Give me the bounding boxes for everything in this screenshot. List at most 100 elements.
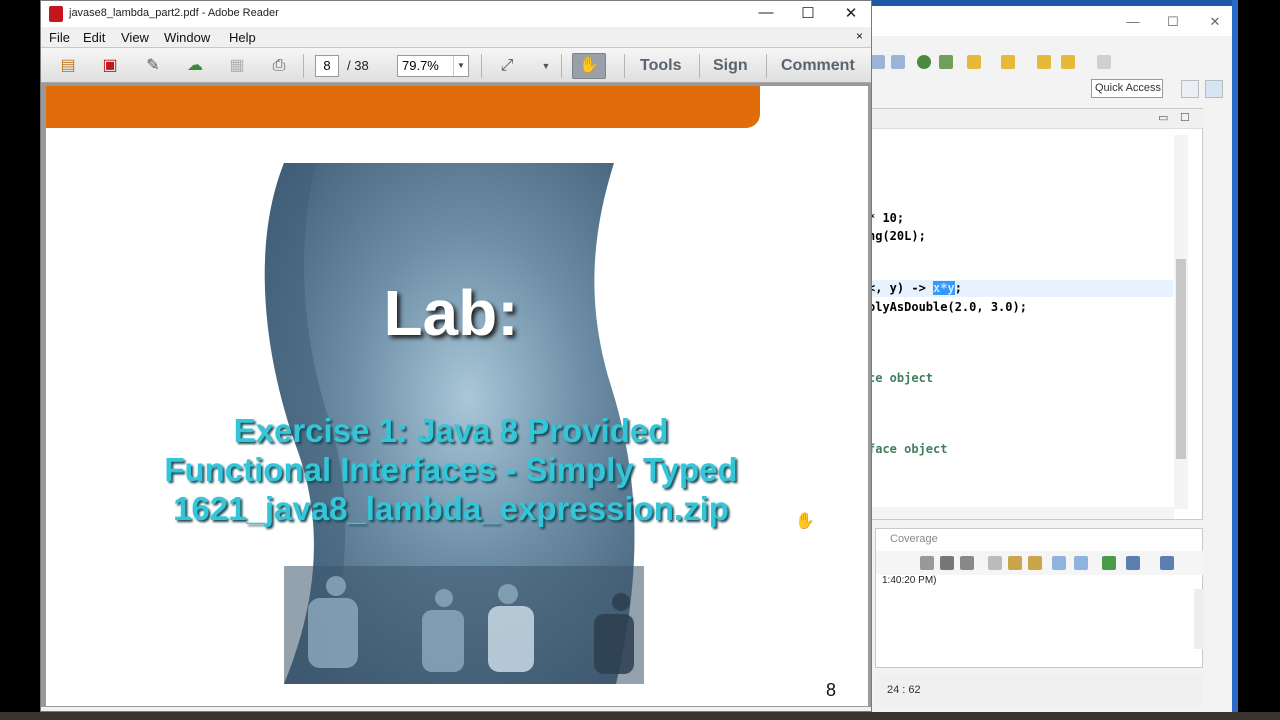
hand-cursor-icon: ✋	[795, 513, 815, 530]
person-head	[326, 576, 346, 596]
coverage-scrollbar[interactable]	[1194, 589, 1204, 649]
tools-button[interactable]: Tools	[640, 57, 681, 75]
toolbar-icon[interactable]	[1028, 556, 1042, 570]
toolbar-icon[interactable]	[939, 55, 953, 69]
toolbar-icon[interactable]	[1102, 556, 1116, 570]
code-comment: ce object	[868, 371, 934, 385]
pdf-app-icon	[49, 6, 63, 22]
create-pdf-icon[interactable]: ▣	[99, 56, 121, 76]
toolbar-divider	[481, 54, 482, 78]
page-number-input[interactable]: 8	[315, 55, 339, 77]
menu-edit[interactable]: Edit	[83, 30, 105, 45]
arrow-icon[interactable]	[1037, 55, 1051, 69]
slide-page-number: 8	[826, 680, 837, 700]
quick-access-field[interactable]: Quick Access	[1091, 79, 1163, 98]
toolbar-divider	[699, 54, 700, 78]
eclipse-maximize-button[interactable]: ☐	[1161, 14, 1185, 30]
toolbar-divider	[561, 54, 562, 78]
page-count: / 38	[347, 58, 369, 73]
print-icon[interactable]: ⎙	[268, 56, 290, 76]
open-file-icon[interactable]: ▤	[57, 56, 79, 76]
pdf-page: Lab: Exercise 1: Java 8 Provided Functio…	[46, 86, 868, 706]
menu-help[interactable]: Help	[229, 30, 256, 45]
selected-code: x*y	[933, 281, 955, 295]
remove-icon[interactable]	[940, 556, 954, 570]
person-head	[498, 584, 518, 604]
code-editor[interactable]: ▭ ☐ * 10; ng(20L); <, y) -> x*y; olyAsDo…	[867, 108, 1204, 520]
tab-coverage[interactable]: Coverage	[890, 533, 938, 545]
maximize-button[interactable]: ☐	[793, 4, 823, 22]
editor-horizontal-scrollbar[interactable]	[868, 507, 1174, 519]
toolbar-icon[interactable]	[891, 55, 905, 69]
toolbar-icon[interactable]	[1074, 556, 1088, 570]
toolbar-icon[interactable]	[967, 55, 981, 69]
slide-subtitle-line: Functional Interfaces - Simply Typed	[164, 451, 738, 488]
reader-toolbar: ▤ ▣ ✎ ☁ ▦ ⎙ 8 / 38 79.7% ▼ ⤢ ▼ ✋ Tools S…	[41, 47, 871, 83]
editor-scroll-thumb[interactable]	[1176, 259, 1186, 459]
code-segment: <, y) ->	[868, 281, 934, 295]
eclipse-window: — ☐ ✕ Quick Access ▭ ☐ * 10; ng(20L); <,…	[866, 0, 1239, 712]
coverage-view: Coverage 1:40:20 PM)	[875, 528, 1204, 668]
save-icon[interactable]: ▦	[226, 56, 248, 76]
java-perspective-icon[interactable]	[1205, 80, 1223, 98]
toolbar-icon[interactable]	[1052, 556, 1066, 570]
coverage-toolbar	[876, 551, 1204, 575]
person-head	[612, 593, 630, 611]
slide-background-graphic	[264, 163, 644, 684]
chevron-down-icon[interactable]: ▼	[535, 56, 557, 76]
open-console-icon[interactable]	[1160, 556, 1174, 570]
eclipse-toolbar	[867, 48, 1239, 78]
sign-button[interactable]: Sign	[713, 57, 748, 75]
display-icon[interactable]	[1126, 556, 1140, 570]
slide-subtitle-line: Exercise 1: Java 8 Provided	[233, 412, 669, 449]
menu-view[interactable]: View	[121, 30, 149, 45]
toolbar-icon[interactable]	[988, 556, 1002, 570]
toolbar-divider	[624, 54, 625, 78]
reader-titlebar: javase8_lambda_part2.pdf - Adobe Reader …	[41, 1, 871, 27]
eclipse-minimize-button[interactable]: —	[1121, 14, 1145, 29]
terminate-icon[interactable]	[920, 556, 934, 570]
person-body	[488, 606, 534, 672]
remove-all-icon[interactable]	[960, 556, 974, 570]
maximize-icon[interactable]: ☐	[1180, 111, 1190, 124]
code-line: * 10;	[868, 211, 905, 225]
coverage-session-text: 1:40:20 PM)	[882, 575, 937, 586]
menu-bar: File Edit View Window Help ×	[41, 27, 871, 47]
toolbar-icon[interactable]	[871, 55, 885, 69]
taskbar-edge	[0, 712, 1280, 720]
menu-file[interactable]: File	[49, 30, 70, 45]
cursor-position: 24 : 62	[887, 684, 921, 696]
menu-window[interactable]: Window	[164, 30, 210, 45]
editor-header: ▭ ☐	[868, 109, 1204, 129]
chevron-down-icon[interactable]: ▼	[453, 56, 468, 76]
globe-icon[interactable]	[917, 55, 931, 69]
cloud-upload-icon[interactable]: ☁	[184, 56, 206, 76]
hand-tool-icon[interactable]: ✋	[572, 53, 606, 79]
open-perspective-icon[interactable]	[1181, 80, 1199, 98]
code-segment: ;	[954, 281, 962, 295]
toolbar-divider	[303, 54, 304, 78]
eclipse-titlebar: — ☐ ✕	[867, 6, 1239, 36]
status-bar: 24 : 62	[875, 674, 1203, 706]
minimize-button[interactable]: —	[751, 4, 781, 21]
code-line: olyAsDouble(2.0, 3.0);	[868, 300, 1027, 314]
minimize-icon[interactable]: ▭	[1158, 111, 1168, 124]
comment-button[interactable]: Comment	[781, 57, 855, 75]
eclipse-close-button[interactable]: ✕	[1203, 14, 1227, 30]
slide-title: Lab:	[383, 277, 519, 349]
fit-page-icon[interactable]: ⤢	[496, 56, 518, 76]
window-title: javase8_lambda_part2.pdf - Adobe Reader	[69, 7, 279, 19]
person-head	[435, 589, 453, 607]
back-arrow-icon[interactable]	[1061, 55, 1075, 69]
code-line: <, y) -> x*y;	[868, 281, 962, 295]
close-document-icon[interactable]: ×	[856, 29, 863, 43]
toolbar-icon[interactable]	[1001, 55, 1015, 69]
document-area[interactable]: Lab: Exercise 1: Java 8 Provided Functio…	[41, 83, 871, 707]
desktop-background	[1238, 0, 1280, 720]
adobe-reader-window: javase8_lambda_part2.pdf - Adobe Reader …	[40, 0, 872, 712]
toolbar-icon[interactable]	[1008, 556, 1022, 570]
forward-arrow-icon[interactable]	[1097, 55, 1111, 69]
edit-pdf-icon[interactable]: ✎	[142, 56, 164, 76]
close-button[interactable]: ✕	[836, 4, 866, 22]
person-body	[422, 610, 464, 672]
